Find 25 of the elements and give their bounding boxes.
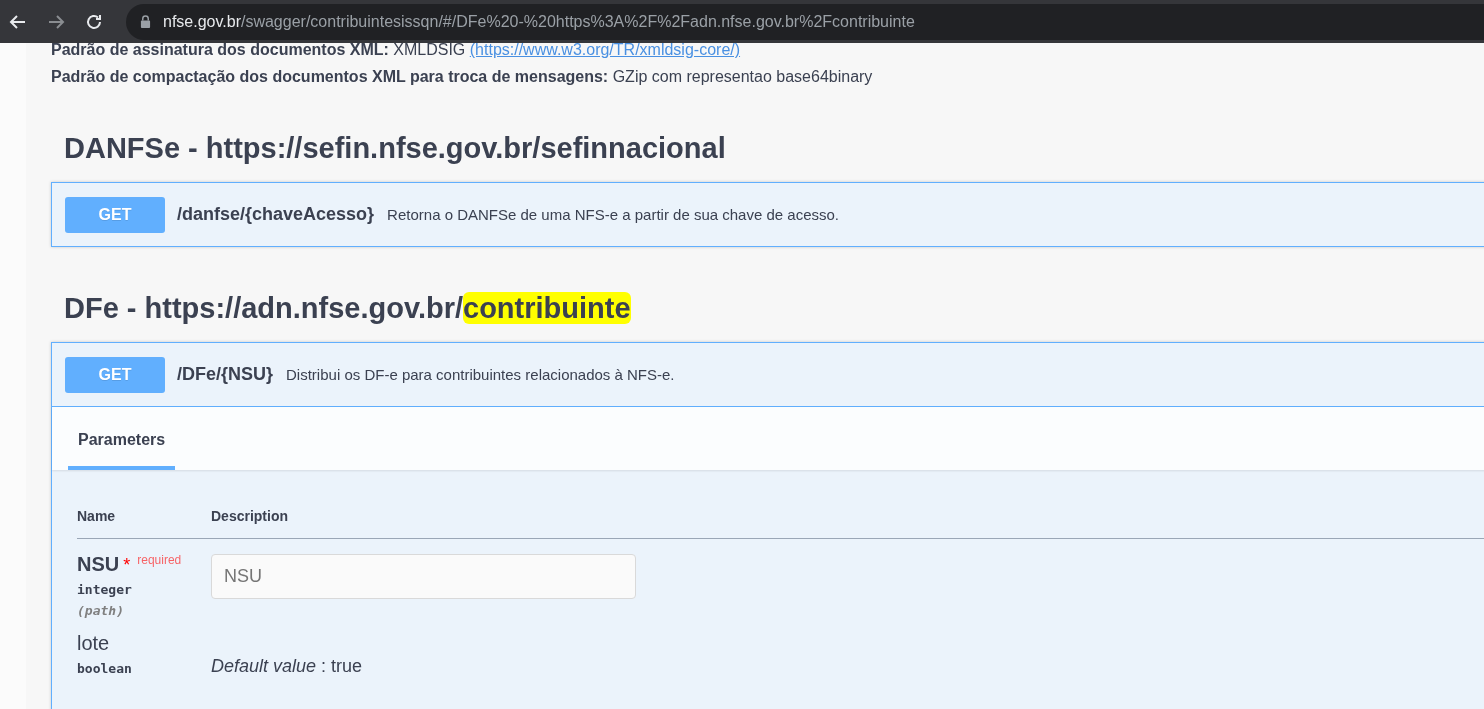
parameter-name: NSU <box>77 553 120 576</box>
parameter-type: boolean <box>77 661 133 676</box>
default-value: Default value : true <box>211 656 363 676</box>
column-header: Name <box>77 508 117 524</box>
address-bar[interactable]: nfse.gov.br/swagger/contribuintesissqn/#/DFe%20-%20https%3A%2F%2Fadn.nfse.gov.br%2Fcontribuinte <box>126 3 1484 40</box>
required-asterisk: * <box>123 555 131 576</box>
required-label: required <box>137 553 182 567</box>
parameters-tab[interactable]: Parameters <box>68 431 176 470</box>
endpoint-summary: Distribui os DF-e para contribuintes relacionados à NFS-e. <box>286 366 675 383</box>
section-title: DANFSe - https://sefin.nfse.gov.br/sefinnacional <box>64 131 727 166</box>
info-label: Padrão de assinatura dos documentos XML: <box>51 41 389 58</box>
info-value: GZip com representao base64binary <box>612 68 873 85</box>
info-value: XMLDSIG <box>393 41 466 58</box>
column-header: Description <box>211 508 288 524</box>
url-text: nfse.gov.br/swagger/contribuintesissqn/#/DFe%20-%20https%3A%2F%2Fadn.nfse.gov.br%2Fcontribuinte <box>163 12 915 31</box>
section-title: DFe - https://adn.nfse.gov.br/contribuinte <box>64 291 632 326</box>
parameter-location: (path) <box>77 603 125 618</box>
lock-icon <box>140 15 151 28</box>
parameter-name: lote <box>77 632 110 655</box>
endpoint-path[interactable]: /DFe/{NSU} <box>177 364 274 385</box>
endpoint-path[interactable]: /danfse/{chaveAcesso} <box>177 204 375 225</box>
info-label: Padrão de compactação dos documentos XML para troca de mensagens: <box>51 68 609 85</box>
endpoint-summary: Retorna o DANFSe de uma NFS-e a partir de sua chave de acesso. <box>387 206 839 223</box>
parameter-type: integer <box>77 582 133 597</box>
nsu-input-field[interactable]: NSU <box>211 554 636 599</box>
